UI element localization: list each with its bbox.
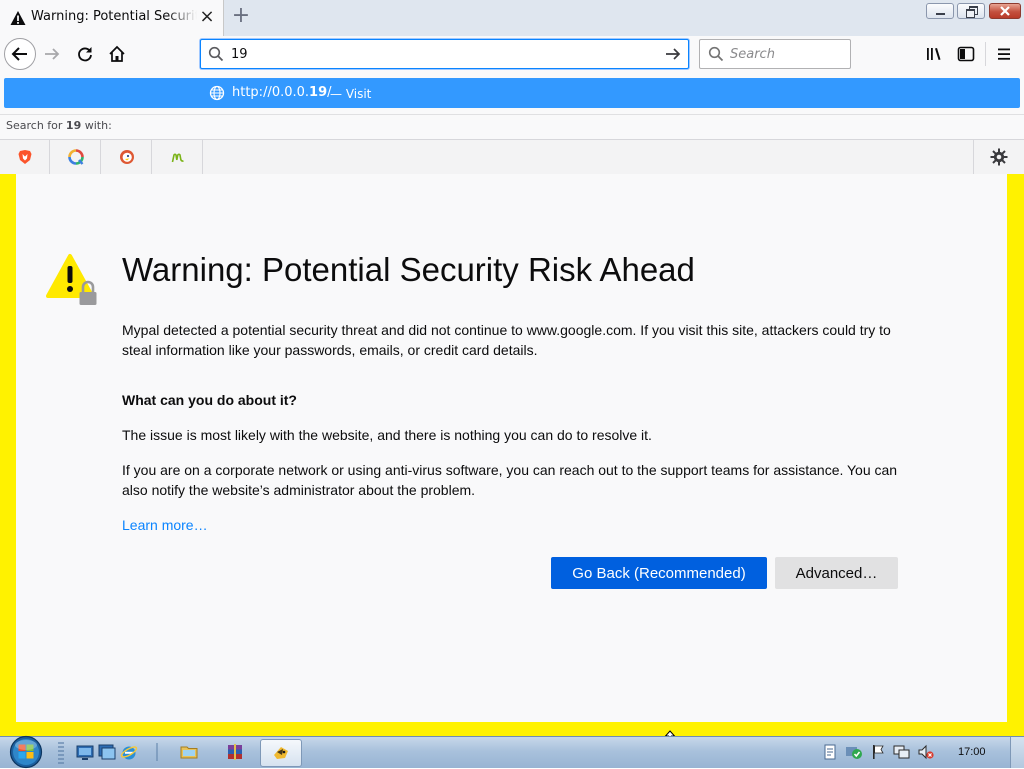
windows-explorer-icon[interactable] (180, 743, 198, 761)
library-icon[interactable] (924, 44, 944, 64)
internet-explorer-icon[interactable] (120, 743, 138, 761)
what-can-you-do-heading: What can you do about it? (122, 392, 297, 408)
autocomplete-popup: http://0.0.0.19/ — Visit Search for 19 w… (0, 72, 1024, 174)
taskbar-separator (156, 743, 158, 761)
switch-windows-icon[interactable] (98, 743, 116, 761)
start-button[interactable] (6, 735, 46, 769)
page-viewport: Warning: Potential Security Risk Ahead M… (0, 174, 1024, 736)
threat-description: Mypal detected a potential security thre… (122, 322, 891, 358)
popup-divider (0, 114, 1024, 115)
back-arrow-icon (11, 47, 27, 61)
show-desktop-button[interactable] (1010, 737, 1024, 768)
learn-more-link[interactable]: Learn more… (122, 515, 208, 535)
security-warning-icon (46, 254, 97, 305)
clock[interactable]: 17:00 (958, 746, 986, 758)
minimize-button[interactable] (926, 3, 954, 19)
suggestion-url-prefix: http://0.0.0. (232, 85, 310, 100)
home-icon[interactable] (107, 44, 127, 64)
search-icon (708, 46, 724, 62)
search-for-prefix: Search for (6, 119, 66, 132)
navigation-toolbar (0, 36, 1024, 72)
mypal-icon (274, 747, 288, 759)
new-tab-button[interactable]: + (230, 5, 252, 27)
tab-title-fade (167, 6, 197, 30)
warning-icon (10, 11, 26, 25)
page-title: Warning: Potential Security Risk Ahead (122, 251, 695, 288)
show-desktop-icon[interactable] (76, 743, 94, 761)
url-input[interactable] (231, 44, 651, 64)
search-settings-button[interactable] (973, 140, 1024, 174)
document-tray-icon[interactable] (822, 744, 838, 760)
url-suggestion[interactable]: http://0.0.0.19/ — Visit (4, 78, 1020, 108)
gear-icon (990, 148, 1008, 166)
network-icon[interactable] (893, 744, 911, 760)
mojeek-icon (171, 153, 184, 163)
search-input[interactable] (730, 45, 840, 63)
go-back-button[interactable]: Go Back (Recommended) (551, 557, 767, 589)
search-for-term: 19 (65, 119, 82, 132)
globe-icon (209, 85, 225, 101)
reload-icon[interactable] (75, 44, 95, 64)
volume-muted-icon[interactable] (917, 744, 935, 760)
hamburger-menu-icon[interactable] (994, 44, 1014, 64)
duckduckgo-icon (120, 150, 134, 164)
restore-button[interactable] (957, 3, 985, 19)
sidebar-icon[interactable] (956, 44, 976, 64)
title-bar: Warning: Potential Security Risk Ahead ×… (0, 0, 1024, 36)
url-bar[interactable] (200, 39, 689, 69)
close-icon (1000, 6, 1010, 16)
suggestion-action: — Visit (330, 87, 372, 101)
taskbar: 17:00 (0, 735, 1024, 769)
search-bar[interactable] (699, 39, 851, 69)
security-tray-icon[interactable] (845, 744, 863, 760)
engine-qwant[interactable] (51, 140, 101, 174)
suggestion-url: http://0.0.0.19/ (232, 85, 332, 100)
advanced-button[interactable]: Advanced… (775, 557, 898, 589)
suggestion-url-match: 19 (309, 85, 328, 100)
issue-description: The issue is most likely with the websit… (122, 427, 652, 443)
engine-brave[interactable] (0, 140, 50, 174)
forward-icon[interactable] (42, 44, 62, 64)
toolbar-separator (985, 42, 986, 66)
engine-duckduckgo[interactable] (102, 140, 152, 174)
search-for-suffix: with: (81, 119, 112, 132)
search-for-label: Search for 19 with: (6, 119, 112, 132)
action-center-flag-icon[interactable] (870, 744, 886, 760)
back-button[interactable] (4, 38, 36, 70)
close-window-button[interactable] (989, 3, 1021, 19)
brave-icon (18, 150, 32, 164)
taskbar-grip (58, 742, 64, 764)
corporate-network-description: If you are on a corporate network or usi… (122, 462, 898, 498)
tab-warning[interactable]: Warning: Potential Security Risk Ahead × (0, 0, 224, 36)
close-tab-icon[interactable]: × (198, 8, 216, 26)
qwant-icon (68, 149, 84, 165)
search-icon (208, 46, 224, 62)
go-arrow-icon[interactable] (664, 46, 682, 62)
engine-mojeek[interactable] (153, 140, 203, 174)
taskbar-mypal-button[interactable] (260, 739, 302, 767)
search-engine-bar (0, 140, 1024, 174)
error-page: Warning: Potential Security Risk Ahead M… (16, 174, 1007, 722)
winrar-icon[interactable] (226, 743, 244, 761)
